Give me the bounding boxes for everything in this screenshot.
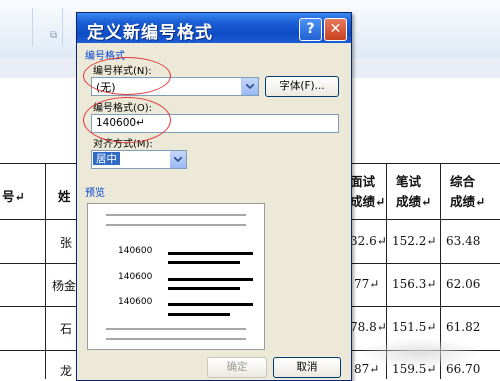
- table-header-cell: 笔试 成绩↵: [396, 174, 432, 209]
- preview-line: [168, 261, 240, 264]
- preview-line: [106, 214, 246, 216]
- preview-number: 140600: [118, 272, 153, 282]
- alignment-value: 居中: [93, 152, 120, 165]
- ok-button[interactable]: 确定: [207, 357, 267, 378]
- table-cell: 151.5↵: [392, 320, 437, 334]
- table-header-cell: 面试 成绩↵: [350, 174, 386, 209]
- highlight-ellipse: [83, 97, 171, 143]
- preview-panel: 140600 140600 140600: [87, 203, 265, 350]
- chevron-down-icon[interactable]: [241, 78, 258, 95]
- watermark-fade: [360, 338, 480, 368]
- dialog-titlebar[interactable]: 定义新编号格式 ? ✕: [77, 13, 351, 43]
- table-cell: 152.2↵: [392, 234, 437, 248]
- table-header-cell: 姓: [58, 189, 71, 204]
- preview-number: 140600: [118, 246, 153, 256]
- font-button[interactable]: 字体(F)...: [265, 76, 339, 97]
- dialog-title: 定义新编号格式: [87, 23, 213, 43]
- ribbon-separator: [32, 8, 33, 46]
- define-number-format-dialog: 定义新编号格式 ? ✕ 编号格式 编号样式(N): (无) 字体(F)... 编…: [76, 12, 352, 381]
- alignment-select[interactable]: 居中: [91, 150, 187, 169]
- preview-line: [168, 303, 253, 306]
- ribbon-separator: [62, 8, 63, 46]
- preview-line: [106, 224, 246, 226]
- preview-line: [168, 252, 253, 255]
- table-cell: 63.48: [446, 234, 481, 248]
- preview-line: [168, 287, 240, 290]
- preview-line: [168, 313, 230, 316]
- table-cell: 77↵: [354, 277, 380, 291]
- table-header-cell: 号↵: [2, 189, 25, 204]
- table-cell: 78.8↵: [350, 320, 387, 334]
- table-cell: 龙: [60, 364, 73, 378]
- table-header-cell: 综合 成绩↵: [450, 174, 486, 209]
- table-cell: 32.6↵: [350, 234, 387, 248]
- table-cell: 156.3↵: [392, 277, 437, 291]
- table-cell: 石: [60, 322, 73, 336]
- help-button[interactable]: ?: [299, 18, 322, 41]
- preview-line: [106, 328, 246, 330]
- dialog-launcher-icon[interactable]: ⧉: [50, 30, 57, 41]
- chevron-down-icon[interactable]: [170, 151, 186, 168]
- table-cell: 杨金: [52, 279, 77, 293]
- close-button[interactable]: ✕: [324, 18, 347, 41]
- preview-group-label: 预览: [85, 188, 105, 199]
- preview-line: [168, 278, 253, 281]
- highlight-ellipse: [83, 57, 171, 95]
- preview-number: 140600: [118, 297, 153, 307]
- table-cell: 张: [60, 236, 73, 250]
- cancel-button[interactable]: 取消: [273, 357, 341, 378]
- preview-line: [106, 338, 246, 340]
- table-border: [45, 163, 46, 379]
- table-cell: 61.82: [446, 320, 481, 334]
- table-cell: 62.06: [446, 277, 481, 291]
